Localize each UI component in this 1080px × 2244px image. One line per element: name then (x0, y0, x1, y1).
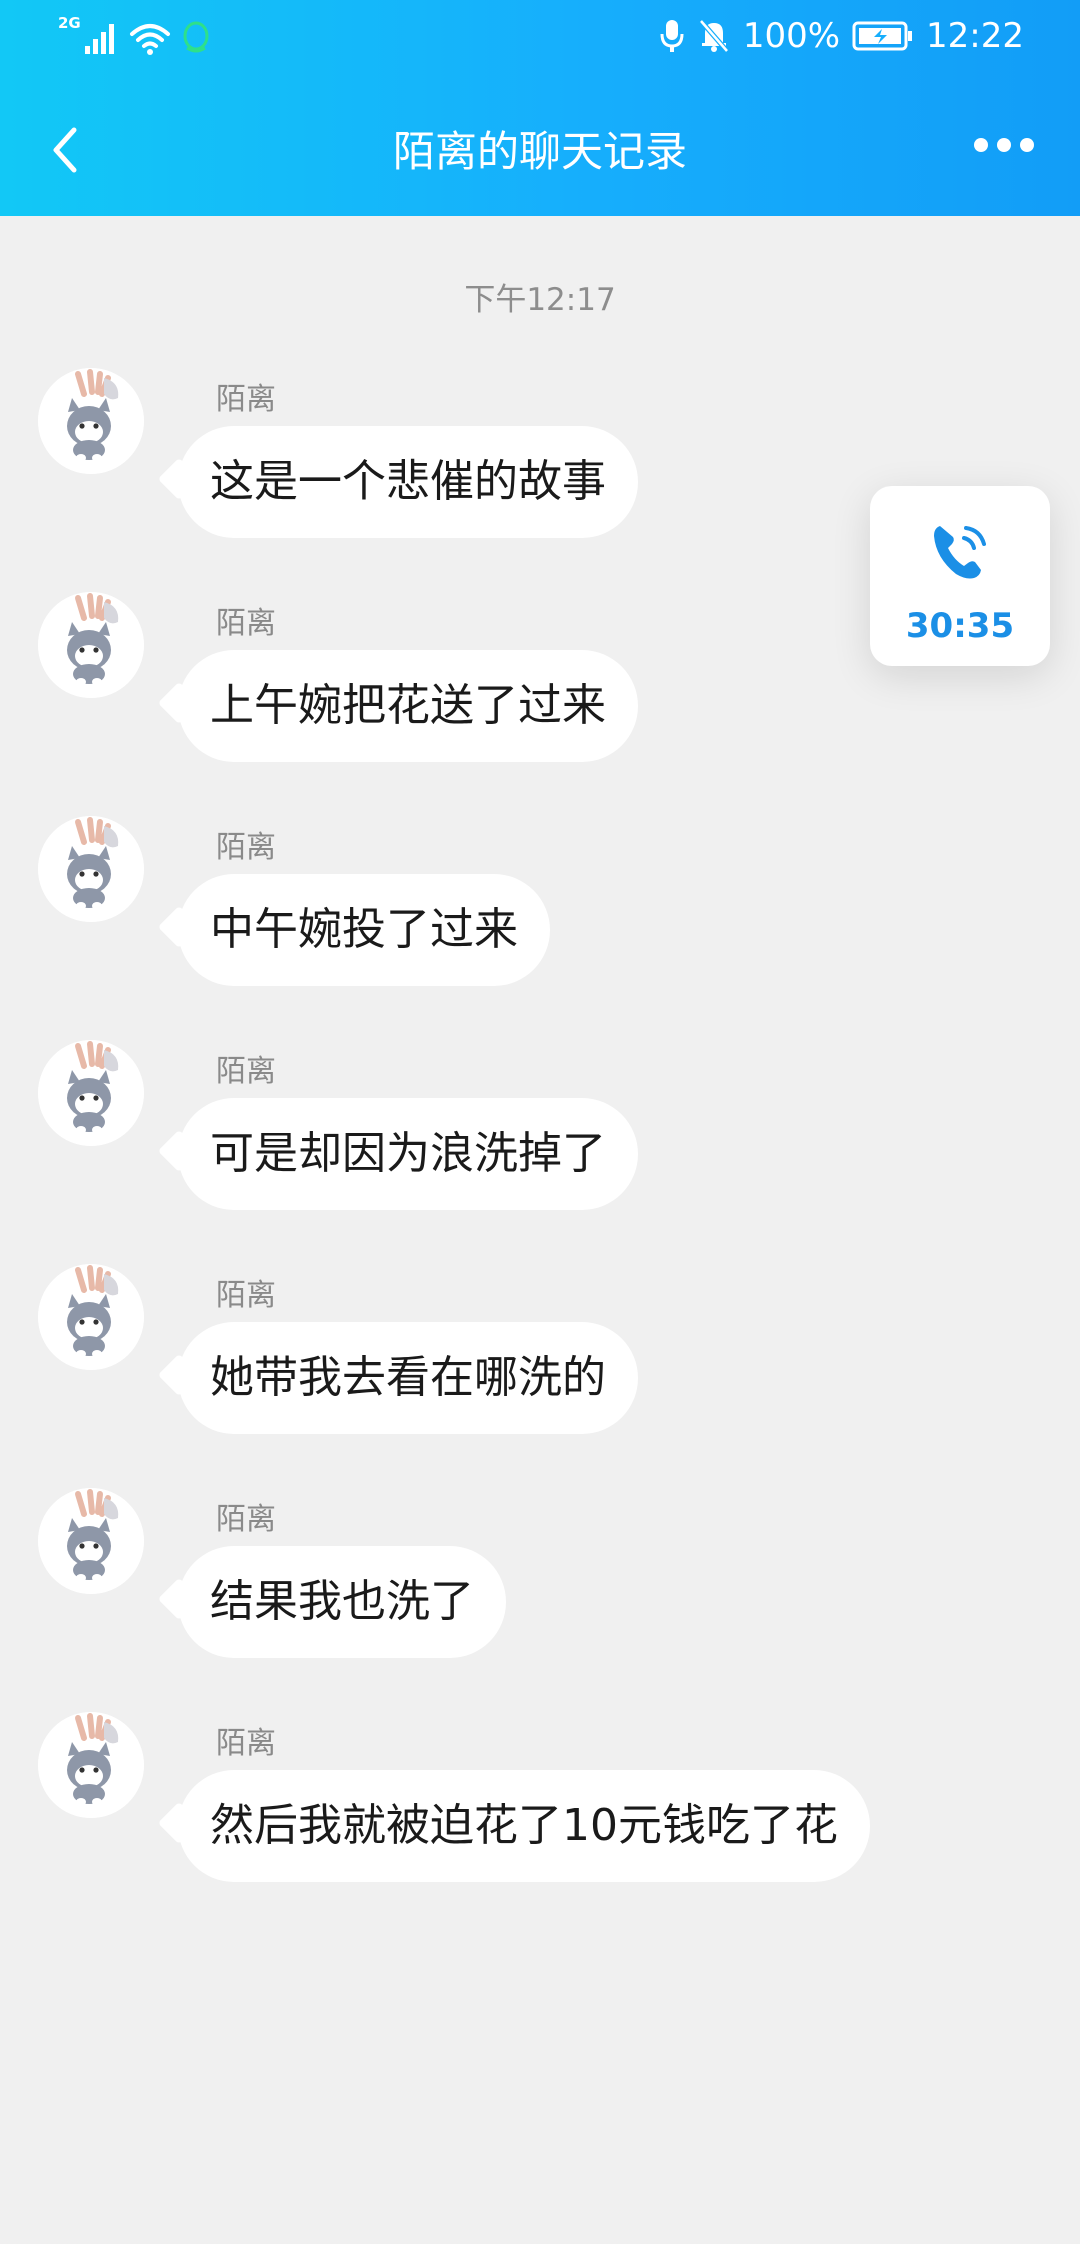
sender-name: 陌离 (216, 1054, 276, 1089)
message-bubble[interactable]: 中午婉投了过来 (157, 874, 550, 986)
floating-call-widget[interactable]: 30:35 (870, 486, 1050, 666)
title-bar: 陌离的聊天记录 (0, 108, 1080, 192)
message-text: 这是一个悲催的故事 (210, 456, 606, 507)
message-text: 结果我也洗了 (210, 1576, 474, 1627)
cat-avatar-icon (38, 1712, 144, 1818)
message-item: 陌离 中午婉投了过来 (0, 816, 1080, 986)
avatar[interactable] (38, 1040, 144, 1146)
sender-name: 陌离 (216, 1278, 276, 1313)
phone-icon (934, 526, 986, 579)
message-bubble[interactable]: 结果我也洗了 (157, 1546, 506, 1658)
page-title: 陌离的聊天记录 (392, 127, 687, 176)
wifi-icon (129, 24, 170, 55)
battery-charging-icon (852, 21, 913, 51)
avatar[interactable] (38, 1264, 144, 1370)
avatar[interactable] (38, 1488, 144, 1594)
message-bubble[interactable]: 这是一个悲催的故事 (157, 426, 638, 538)
more-dot-icon (997, 138, 1011, 152)
cell-signal-icon (84, 24, 114, 54)
sender-name: 陌离 (216, 382, 276, 417)
status-bar: 2G 100% 12:22 (0, 0, 1080, 84)
more-options-button[interactable] (974, 138, 1034, 152)
message-bubble[interactable]: 她带我去看在哪洗的 (157, 1322, 638, 1434)
sender-name: 陌离 (216, 830, 276, 865)
status-left: 2G (58, 14, 213, 56)
message-item: 陌离 结果我也洗了 (0, 1488, 1080, 1658)
sender-name: 陌离 (216, 1726, 276, 1761)
message-item: 陌离 她带我去看在哪洗的 (0, 1264, 1080, 1434)
message-item: 陌离 然后我就被迫花了10元钱吃了花 (0, 1712, 1080, 1882)
message-bubble[interactable]: 可是却因为浪洗掉了 (157, 1098, 638, 1210)
cat-avatar-icon (38, 592, 144, 698)
avatar[interactable] (38, 1712, 144, 1818)
cat-avatar-icon (38, 368, 144, 474)
message-item: 陌离 可是却因为浪洗掉了 (0, 1040, 1080, 1210)
message-bubble[interactable]: 上午婉把花送了过来 (157, 650, 638, 762)
avatar[interactable] (38, 592, 144, 698)
more-dot-icon (1020, 138, 1034, 152)
message-bubble[interactable]: 然后我就被迫花了10元钱吃了花 (157, 1770, 870, 1882)
more-dot-icon (974, 138, 988, 152)
message-text: 她带我去看在哪洗的 (210, 1352, 606, 1403)
avatar[interactable] (38, 368, 144, 474)
cat-avatar-icon (38, 1040, 144, 1146)
message-text: 中午婉投了过来 (210, 904, 518, 955)
call-duration: 30:35 (905, 606, 1015, 646)
avatar[interactable] (38, 816, 144, 922)
sender-name: 陌离 (216, 606, 276, 641)
app-header: 2G 100% 12:22 陌离的聊天记录 (0, 0, 1080, 216)
message-timestamp: 下午12:17 (464, 282, 616, 318)
clock: 12:22 (926, 16, 1024, 56)
network-type-label: 2G (58, 14, 81, 32)
microphone-icon (660, 20, 684, 52)
sender-name: 陌离 (216, 1502, 276, 1537)
message-text: 上午婉把花送了过来 (210, 680, 606, 731)
message-text: 可是却因为浪洗掉了 (210, 1128, 606, 1179)
qq-notification-icon (183, 21, 209, 53)
mute-bell-icon (698, 19, 729, 53)
message-text: 然后我就被迫花了10元钱吃了花 (210, 1800, 838, 1851)
cat-avatar-icon (38, 1264, 144, 1370)
battery-percent: 100% (742, 16, 841, 56)
status-right: 100% 12:22 (659, 16, 1024, 56)
cat-avatar-icon (38, 1488, 144, 1594)
cat-avatar-icon (38, 816, 144, 922)
